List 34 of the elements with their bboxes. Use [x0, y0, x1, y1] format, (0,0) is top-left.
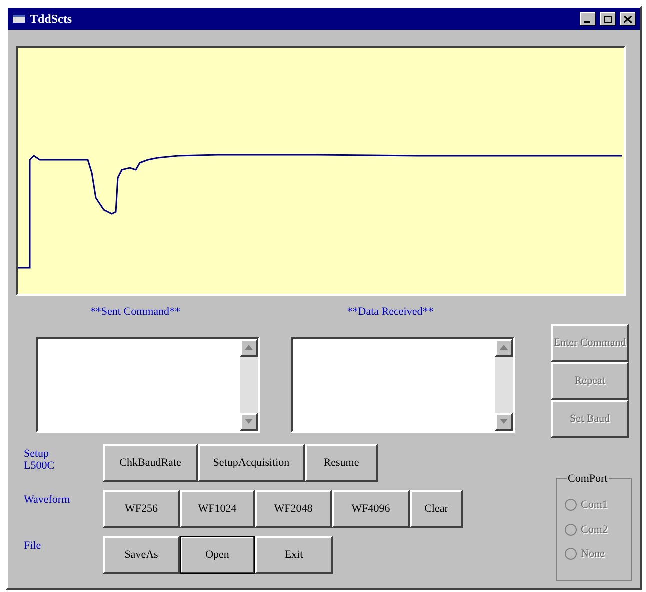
row-label: Setup L500C: [24, 448, 56, 472]
radio-label: Com1: [581, 498, 608, 513]
command-button[interactable]: ChkBaudRate: [103, 444, 198, 482]
minimize-button[interactable]: [580, 12, 596, 26]
radio-label: Com2: [581, 522, 608, 538]
data-received-label: **Data Received**: [347, 305, 434, 320]
close-button[interactable]: [620, 12, 636, 26]
app-icon: [12, 13, 26, 25]
scrollbar[interactable]: [495, 338, 513, 430]
command-button[interactable]: Open: [180, 536, 255, 574]
maximize-button[interactable]: [600, 12, 616, 26]
command-button[interactable]: Clear: [410, 490, 463, 528]
command-button[interactable]: WF1024: [180, 490, 255, 528]
command-button[interactable]: WF256: [103, 490, 180, 528]
text-area[interactable]: [291, 336, 515, 432]
command-button[interactable]: WF4096: [332, 490, 410, 528]
command-button[interactable]: SaveAs: [103, 536, 180, 574]
scroll-up-icon[interactable]: [495, 338, 513, 356]
scroll-down-icon[interactable]: [240, 412, 258, 430]
command-button[interactable]: Resume: [305, 444, 378, 482]
command-button[interactable]: Exit: [255, 536, 333, 574]
command-button[interactable]: SetupAcquisition: [198, 444, 305, 482]
row-label: File: [24, 540, 42, 552]
window-title: TddScts: [30, 11, 72, 28]
text-area[interactable]: [36, 336, 260, 432]
scrollbar[interactable]: [240, 338, 258, 430]
close-icon: [624, 16, 632, 22]
radio-label: None: [581, 547, 605, 562]
maximize-icon: [604, 16, 612, 22]
row-label: Waveform: [24, 494, 72, 506]
sent-command-label: **Sent Command**: [90, 305, 181, 320]
scroll-up-icon[interactable]: [240, 338, 258, 356]
command-button[interactable]: WF2048: [255, 490, 332, 528]
scroll-down-icon[interactable]: [495, 412, 513, 430]
